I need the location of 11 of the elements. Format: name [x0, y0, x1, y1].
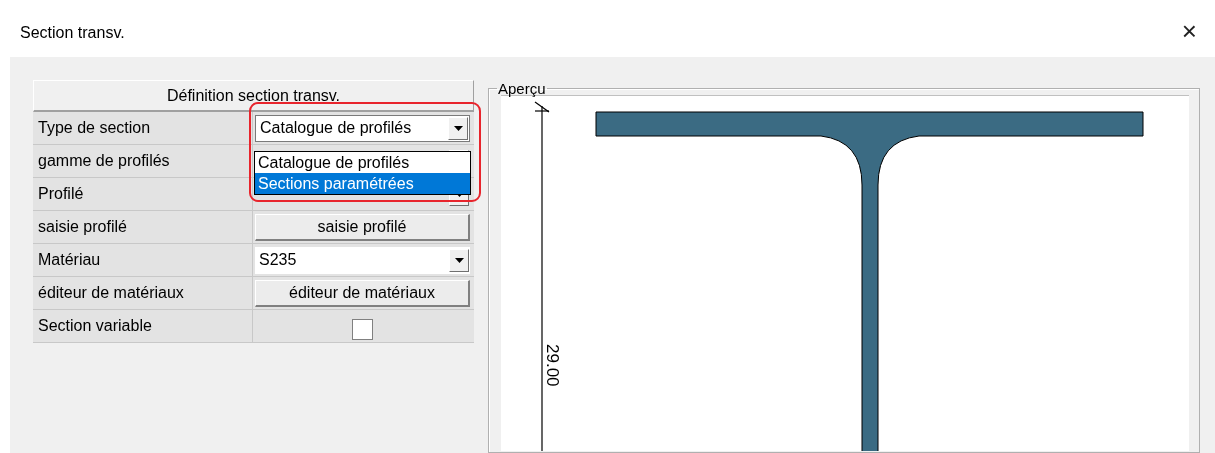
- group-title: Aperçu: [497, 80, 547, 97]
- property-label: Profilé: [33, 178, 253, 211]
- property-label: Matériau: [33, 244, 253, 277]
- window-title: Section transv.: [20, 23, 125, 42]
- property-label: Type de section: [33, 112, 253, 145]
- table-header: Définition section transv.: [33, 80, 474, 112]
- property-label: saisie profilé: [33, 211, 253, 244]
- property-label: éditeur de matériaux: [33, 277, 253, 310]
- property-label: Section variable: [33, 310, 253, 343]
- dimension-label: 29.00: [543, 344, 562, 387]
- property-label: gamme de profilés: [33, 145, 253, 178]
